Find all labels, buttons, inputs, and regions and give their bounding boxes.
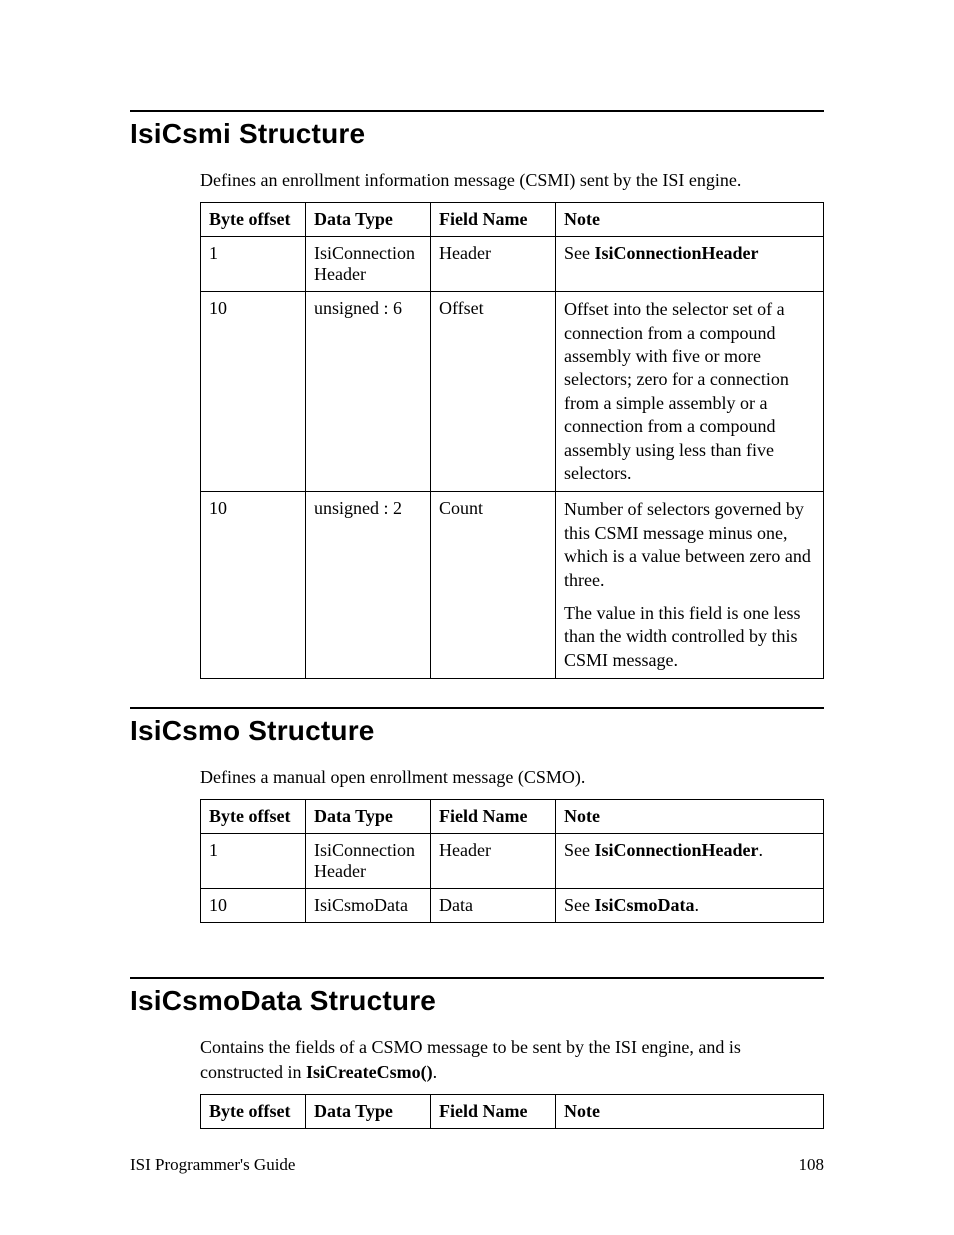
col-header: Data Type: [306, 800, 431, 834]
section-body: Contains the fields of a CSMO message to…: [200, 1035, 824, 1129]
col-header: Note: [556, 203, 824, 237]
page: IsiCsmi Structure Defines an enrollment …: [0, 0, 954, 1235]
cell-field: Header: [431, 834, 556, 889]
cell-field: Offset: [431, 292, 556, 492]
section-desc: Defines a manual open enrollment message…: [200, 765, 824, 789]
data-table: Byte offset Data Type Field Name Note 1 …: [200, 202, 824, 679]
section-desc: Defines an enrollment information messag…: [200, 168, 824, 192]
col-header: Note: [556, 1095, 824, 1129]
cell-offset: 10: [201, 492, 306, 679]
cell-type: IsiConnection Header: [306, 237, 431, 292]
cell-note: See IsiConnectionHeader: [556, 237, 824, 292]
section-rule: [130, 977, 824, 979]
cell-field: Count: [431, 492, 556, 679]
table-header-row: Byte offset Data Type Field Name Note: [201, 800, 824, 834]
section-rule: [130, 707, 824, 709]
col-header: Byte offset: [201, 203, 306, 237]
page-footer: ISI Programmer's Guide 108: [130, 1155, 824, 1175]
cell-note: See IsiCsmoData.: [556, 889, 824, 923]
col-header: Note: [556, 800, 824, 834]
section-body: Defines an enrollment information messag…: [200, 168, 824, 679]
cell-note: See IsiConnectionHeader.: [556, 834, 824, 889]
section-title: IsiCsmi Structure: [130, 118, 824, 150]
footer-left: ISI Programmer's Guide: [130, 1155, 295, 1175]
spacer: [130, 951, 824, 977]
col-header: Byte offset: [201, 800, 306, 834]
footer-right: 108: [799, 1155, 825, 1175]
col-header: Data Type: [306, 1095, 431, 1129]
data-table: Byte offset Data Type Field Name Note: [200, 1094, 824, 1129]
col-header: Data Type: [306, 203, 431, 237]
col-header: Field Name: [431, 1095, 556, 1129]
cell-type: IsiCsmoData: [306, 889, 431, 923]
cell-offset: 1: [201, 237, 306, 292]
cell-type: unsigned : 6: [306, 292, 431, 492]
cell-field: Data: [431, 889, 556, 923]
cell-type: IsiConnection Header: [306, 834, 431, 889]
table-row: 1 IsiConnection Header Header See IsiCon…: [201, 237, 824, 292]
cell-type: unsigned : 2: [306, 492, 431, 679]
cell-offset: 10: [201, 889, 306, 923]
section-desc: Contains the fields of a CSMO message to…: [200, 1035, 824, 1084]
table-row: 10 unsigned : 2 Count Number of selector…: [201, 492, 824, 679]
section-title: IsiCsmo Structure: [130, 715, 824, 747]
data-table: Byte offset Data Type Field Name Note 1 …: [200, 799, 824, 923]
col-header: Byte offset: [201, 1095, 306, 1129]
cell-offset: 10: [201, 292, 306, 492]
table-row: 10 IsiCsmoData Data See IsiCsmoData.: [201, 889, 824, 923]
cell-field: Header: [431, 237, 556, 292]
cell-offset: 1: [201, 834, 306, 889]
section-rule: [130, 110, 824, 112]
col-header: Field Name: [431, 800, 556, 834]
cell-note: Offset into the selector set of a connec…: [556, 292, 824, 492]
section-title: IsiCsmoData Structure: [130, 985, 824, 1017]
table-header-row: Byte offset Data Type Field Name Note: [201, 1095, 824, 1129]
col-header: Field Name: [431, 203, 556, 237]
table-header-row: Byte offset Data Type Field Name Note: [201, 203, 824, 237]
section-body: Defines a manual open enrollment message…: [200, 765, 824, 923]
table-row: 10 unsigned : 6 Offset Offset into the s…: [201, 292, 824, 492]
table-row: 1 IsiConnection Header Header See IsiCon…: [201, 834, 824, 889]
cell-note: Number of selectors governed by this CSM…: [556, 492, 824, 679]
